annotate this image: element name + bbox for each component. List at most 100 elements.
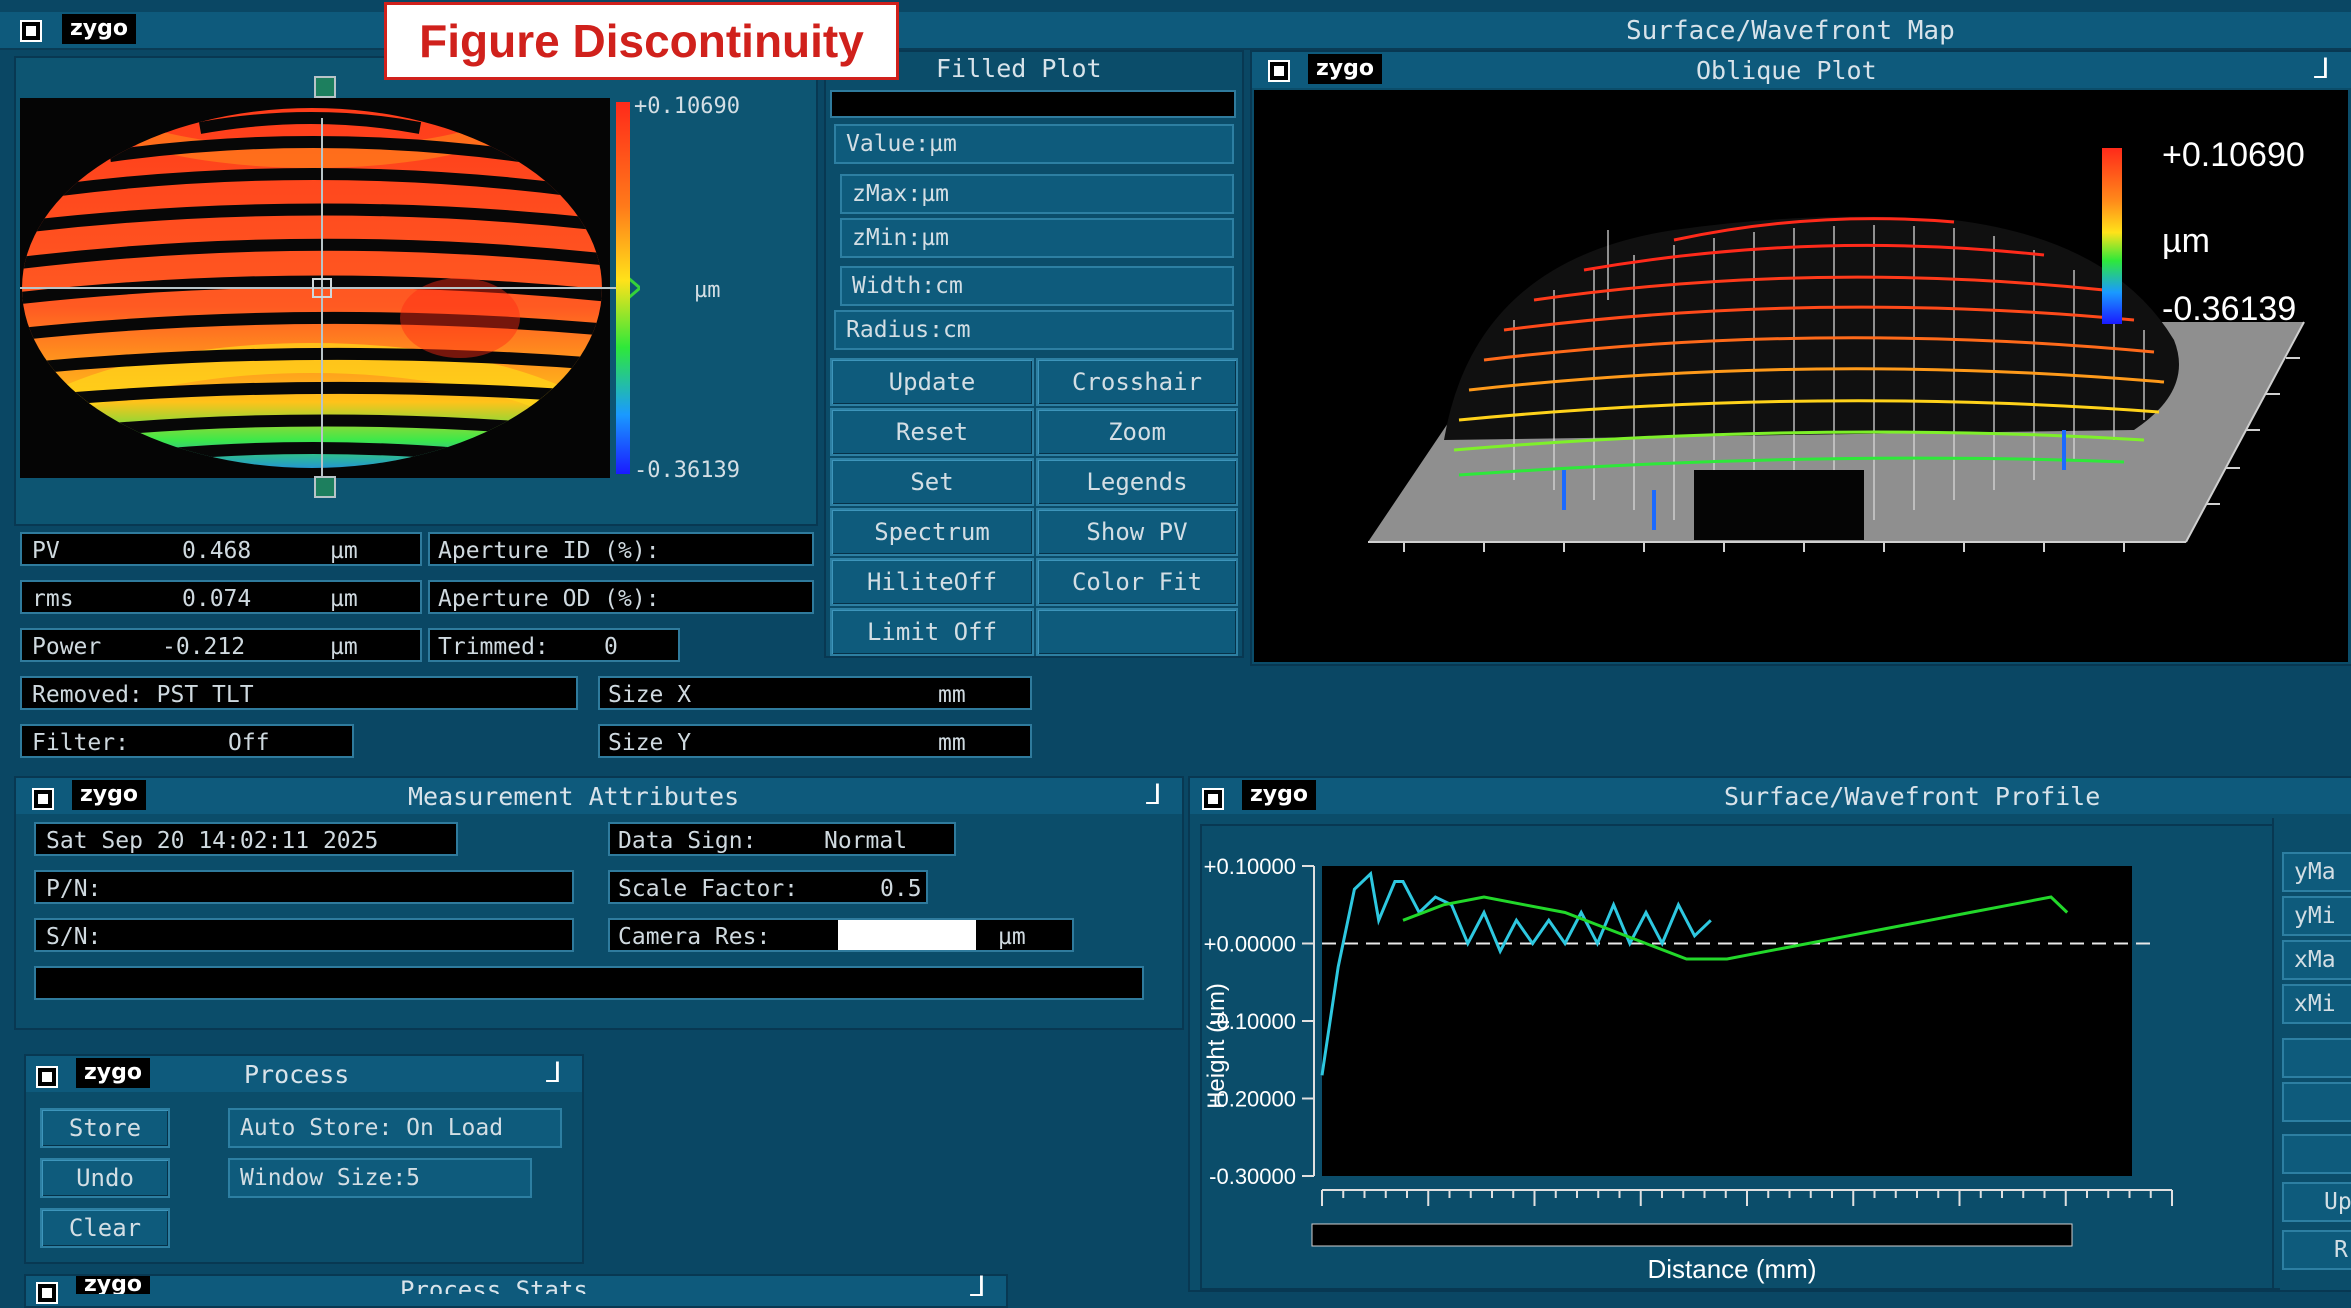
process-stats-title: Process Stats xyxy=(400,1276,588,1294)
ymax-button[interactable]: yMa xyxy=(2282,852,2351,892)
show-pv-button[interactable]: Show PV xyxy=(1036,508,1238,556)
pv-field: PV 0.468 µm xyxy=(20,532,422,566)
window-size-field[interactable]: Window Size:5 xyxy=(228,1158,532,1198)
aperture-id-field: Aperture ID (%): xyxy=(428,532,814,566)
camera-res-input[interactable] xyxy=(838,920,976,950)
store-button[interactable]: Store xyxy=(40,1108,170,1148)
zygo-logo: zygo xyxy=(76,1276,151,1294)
pin-icon[interactable]: ⅃ xyxy=(2314,52,2330,85)
oblique-plot-title: Oblique Plot xyxy=(1696,56,1877,85)
close-icon[interactable] xyxy=(36,1282,58,1304)
notes-field[interactable] xyxy=(34,966,1144,1000)
rms-field: rms 0.074 µm xyxy=(20,580,422,614)
filled-plot-scale-unit: µm xyxy=(694,278,721,303)
scale-factor-field: Scale Factor: 0.5 xyxy=(608,870,928,904)
clear-button[interactable]: Clear xyxy=(40,1208,170,1248)
zmax-field: zMax:µm xyxy=(840,174,1234,214)
pin-icon[interactable]: ⅃ xyxy=(1146,778,1162,811)
oblique-3d-plot[interactable] xyxy=(1254,90,2348,662)
pin-icon[interactable]: ⅃ xyxy=(970,1270,986,1303)
xmin-button[interactable]: xMi xyxy=(2282,984,2351,1024)
zygo-logo: zygo xyxy=(1242,780,1317,810)
filled-plot-map[interactable] xyxy=(20,98,640,538)
process-panel: zygo Process ⅃ Store Undo Clear Auto Sto… xyxy=(24,1054,584,1264)
limit-off-button[interactable]: Limit Off xyxy=(830,608,1034,656)
oblique-color-scale xyxy=(2102,148,2122,324)
ymin-button[interactable]: yMi xyxy=(2282,896,2351,936)
x-axis-label: Distance (mm) xyxy=(1647,1254,1816,1284)
legends-button[interactable]: Legends xyxy=(1036,458,1238,506)
oblique-scale-unit: µm xyxy=(2162,222,2210,260)
x-scroll-bar[interactable] xyxy=(1311,1223,2073,1247)
crosshair-button[interactable]: Crosshair xyxy=(1036,358,1238,406)
oblique-scale-max: +0.10690 xyxy=(2162,136,2305,174)
radius-field: Radius:cm xyxy=(834,310,1234,350)
y-tick-label: +0.00000 xyxy=(1204,932,1296,957)
set-button[interactable]: Set xyxy=(830,458,1034,506)
filled-plot-title: Filled Plot xyxy=(936,54,1102,83)
reset-button[interactable]: Reset xyxy=(830,408,1034,456)
auto-store-button[interactable]: Auto Store: On Load xyxy=(228,1108,562,1148)
date-field: Sat Sep 20 14:02:11 2025 xyxy=(34,822,458,856)
filled-plot-scale-min: -0.36139 xyxy=(634,458,740,483)
plot-background xyxy=(1322,866,2132,1176)
oblique-plot-panel: zygo Oblique Plot ⅃ +0.10690 µm -0.36139 xyxy=(1250,50,2351,666)
annotation-label: Figure Discontinuity xyxy=(384,2,899,80)
close-icon[interactable] xyxy=(36,1066,58,1088)
measurement-title: Measurement Attributes xyxy=(408,782,740,811)
profile-panel: zygo Surface/Wavefront Profile +0.10000 +… xyxy=(1188,776,2351,1292)
side-blank-button-2[interactable] xyxy=(2282,1082,2351,1122)
value-field: Value:µm xyxy=(834,124,1234,164)
y-tick-label: -0.30000 xyxy=(1209,1164,1296,1189)
oblique-scale-min: -0.36139 xyxy=(2162,290,2297,328)
zygo-logo: zygo xyxy=(72,780,147,810)
y-tick-label: +0.10000 xyxy=(1204,854,1296,879)
data-sign-field: Data Sign: Normal xyxy=(608,822,956,856)
filled-plot-controls: Filled Plot Value:µm zMax:µm zMin:µm Wid… xyxy=(824,50,1244,658)
close-icon[interactable] xyxy=(32,788,54,810)
width-field: Width:cm xyxy=(840,266,1234,306)
main-window-title: Surface/Wavefront Map xyxy=(1626,16,1955,46)
color-fit-button[interactable]: Color Fit xyxy=(1036,558,1238,606)
filled-plot-panel: +0.10690 µm -0.36139 xyxy=(14,56,818,526)
update-button[interactable]: Update xyxy=(830,358,1034,406)
r-button[interactable]: R xyxy=(2282,1230,2351,1270)
spectrum-button[interactable]: Spectrum xyxy=(830,508,1034,556)
filled-plot-color-scale xyxy=(616,102,630,474)
pn-field: P/N: xyxy=(34,870,574,904)
xmax-button[interactable]: xMa xyxy=(2282,940,2351,980)
side-blank-button-3[interactable] xyxy=(2282,1134,2351,1174)
zygo-logo: zygo xyxy=(62,14,137,44)
undo-button[interactable]: Undo xyxy=(40,1158,170,1198)
size-x-field: Size Xmm xyxy=(598,676,1032,710)
side-blank-button-1[interactable] xyxy=(2282,1038,2351,1078)
close-icon[interactable] xyxy=(1268,60,1290,82)
filter-field: Filter: Off xyxy=(20,724,354,758)
hiliteoff-button[interactable]: HiliteOff xyxy=(830,558,1034,606)
blank-button[interactable] xyxy=(1036,608,1238,656)
close-icon[interactable] xyxy=(20,20,42,42)
profile-chart[interactable]: +0.10000+0.00000-0.10000-0.20000-0.30000… xyxy=(1202,826,2278,1288)
close-icon[interactable] xyxy=(1202,788,1224,810)
sn-field: S/N: xyxy=(34,918,574,952)
zygo-logo: zygo xyxy=(1308,54,1383,84)
camera-res-field: Camera Res: µm xyxy=(608,918,1074,952)
zygo-logo: zygo xyxy=(76,1058,151,1088)
crosshair-handle-bottom[interactable] xyxy=(314,476,336,498)
trimmed-field: Trimmed: 0 xyxy=(428,628,680,662)
aperture-od-field: Aperture OD (%): xyxy=(428,580,814,614)
profile-chart-area: +0.10000 +0.00000 -0.10000 -0.20000 -0.30000… xyxy=(1200,824,2280,1290)
size-y-field: Size Ymm xyxy=(598,724,1032,758)
power-field: Power -0.212 µm xyxy=(20,628,422,662)
profile-side-buttons: yMa yMi xMa xMi Up R xyxy=(2272,818,2351,1288)
process-title: Process xyxy=(244,1060,350,1089)
up-button[interactable]: Up xyxy=(2282,1182,2351,1222)
pin-icon[interactable]: ⅃ xyxy=(546,1056,562,1089)
crosshair-handle-top[interactable] xyxy=(314,76,336,98)
measurement-attributes-panel: zygo Measurement Attributes ⅃ Sat Sep 20… xyxy=(14,776,1184,1030)
zoom-button[interactable]: Zoom xyxy=(1036,408,1238,456)
main-title-bar: zygo Surface/Wavefront Map xyxy=(0,12,2351,50)
profile-title: Surface/Wavefront Profile xyxy=(1724,782,2101,811)
filled-plot-scale-max: +0.10690 xyxy=(634,94,740,119)
removed-field: Removed: PST TLT xyxy=(20,676,578,710)
